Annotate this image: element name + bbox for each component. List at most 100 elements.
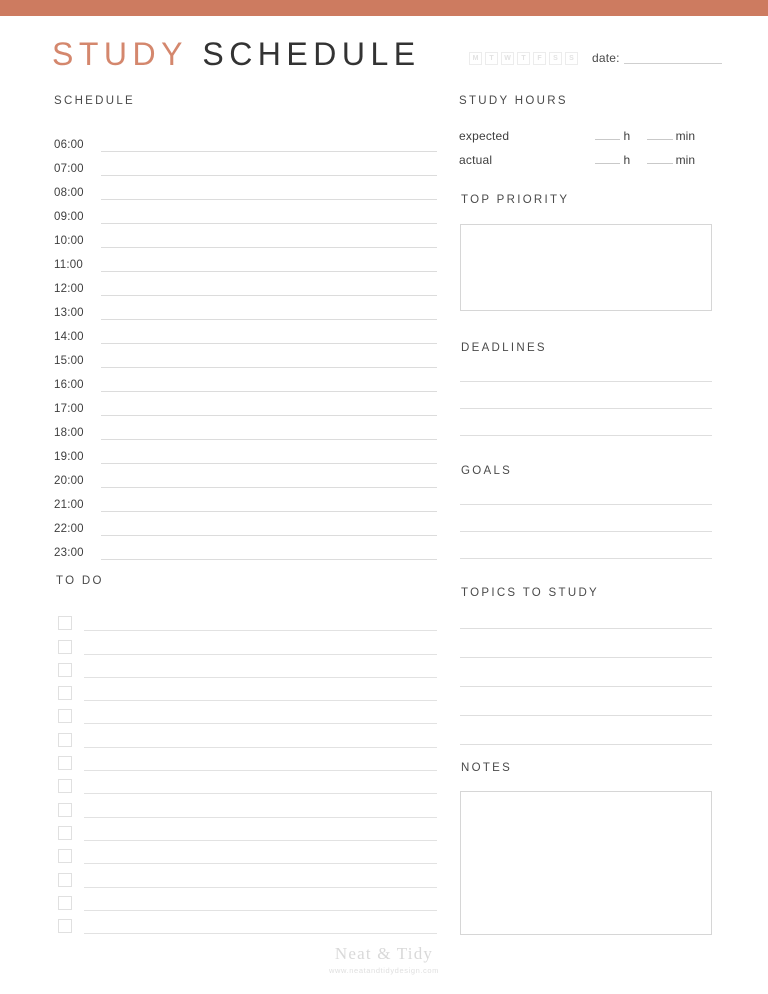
day-checkbox-sunday[interactable]: S [565, 51, 578, 65]
schedule-row: 12:00 [54, 272, 437, 296]
todo-entry-line[interactable] [84, 684, 437, 702]
schedule-list: 06:00 07:00 08:00 09:00 10:00 11:00 12:00 13:00… [54, 128, 437, 560]
day-checkbox-friday[interactable]: F [533, 51, 546, 65]
schedule-entry-line[interactable] [101, 446, 437, 464]
schedule-entry-line[interactable] [101, 206, 437, 224]
deadline-line[interactable] [460, 381, 712, 382]
todo-checkbox[interactable] [58, 895, 72, 910]
study-hours-actual-hours-input[interactable] [595, 153, 621, 164]
todo-row [58, 631, 437, 655]
topic-line[interactable] [460, 686, 712, 687]
todo-checkbox[interactable] [58, 779, 72, 794]
todo-checkbox[interactable] [58, 616, 72, 631]
todo-entry-line[interactable] [84, 731, 437, 748]
schedule-row: 18:00 [54, 416, 437, 440]
schedule-heading: SCHEDULE [54, 95, 136, 107]
todo-checkbox[interactable] [58, 686, 72, 701]
schedule-entry-line[interactable] [101, 134, 437, 152]
todo-checkbox[interactable] [58, 919, 72, 934]
todo-entry-line[interactable] [84, 638, 437, 655]
topic-line[interactable] [460, 744, 712, 745]
todo-row [58, 864, 437, 888]
todo-entry-line[interactable] [84, 824, 437, 841]
todo-entry-line[interactable] [84, 707, 437, 725]
todo-entry-line[interactable] [84, 917, 437, 935]
schedule-entry-line[interactable] [101, 230, 437, 248]
study-hours-actual-minutes-unit: min [675, 153, 695, 167]
page-title: STUDY SCHEDULE [52, 36, 421, 73]
schedule-entry-line[interactable] [101, 470, 437, 488]
schedule-entry-line[interactable] [101, 374, 437, 392]
todo-checkbox[interactable] [58, 732, 72, 747]
study-hours-expected-minutes-input[interactable] [647, 129, 673, 140]
todo-row [58, 748, 437, 772]
schedule-time-label: 19:00 [54, 451, 84, 463]
todo-row [58, 841, 437, 865]
notes-box[interactable] [460, 791, 712, 935]
study-hours-row-actual: actual h min [459, 153, 712, 167]
schedule-time-label: 13:00 [54, 307, 84, 319]
todo-entry-line[interactable] [84, 847, 437, 865]
goal-line[interactable] [460, 531, 712, 532]
page-title-study: STUDY [52, 36, 188, 72]
todo-entry-line[interactable] [84, 894, 437, 911]
todo-entry-line[interactable] [84, 754, 437, 772]
schedule-entry-line[interactable] [101, 278, 437, 296]
todo-checkbox[interactable] [58, 709, 72, 724]
todo-checkbox[interactable] [58, 872, 72, 887]
schedule-entry-line[interactable] [101, 302, 437, 320]
todo-checkbox[interactable] [58, 849, 72, 864]
schedule-entry-line[interactable] [101, 254, 437, 272]
schedule-time-label: 10:00 [54, 235, 84, 247]
schedule-row: 19:00 [54, 440, 437, 464]
goal-line[interactable] [460, 504, 712, 505]
day-checkbox-saturday[interactable]: S [549, 51, 562, 65]
topic-line[interactable] [460, 628, 712, 629]
schedule-time-label: 08:00 [54, 187, 84, 199]
footer-website: www.neatandtidydesign.com [328, 966, 440, 975]
schedule-row: 09:00 [54, 200, 437, 224]
todo-checkbox[interactable] [58, 802, 72, 817]
todo-checkbox[interactable] [58, 639, 72, 654]
todo-entry-line[interactable] [84, 661, 437, 678]
deadline-line[interactable] [460, 435, 712, 436]
schedule-entry-line[interactable] [101, 326, 437, 344]
schedule-entry-line[interactable] [101, 422, 437, 440]
schedule-entry-line[interactable] [101, 182, 437, 200]
study-hours-label-actual: actual [459, 153, 493, 167]
topic-line[interactable] [460, 657, 712, 658]
schedule-entry-line[interactable] [101, 398, 437, 416]
top-priority-box[interactable] [460, 224, 712, 311]
todo-entry-line[interactable] [84, 801, 437, 818]
deadline-line[interactable] [460, 408, 712, 409]
todo-checkbox[interactable] [58, 662, 72, 677]
schedule-entry-line[interactable] [101, 350, 437, 368]
study-hours-actual-minutes-input[interactable] [647, 153, 673, 164]
goal-line[interactable] [460, 558, 712, 559]
date-input-line[interactable] [623, 52, 722, 64]
day-checkbox-thursday[interactable]: T [517, 51, 530, 65]
schedule-entry-line[interactable] [101, 158, 437, 176]
todo-row [58, 678, 437, 702]
schedule-time-label: 14:00 [54, 331, 84, 343]
topic-line[interactable] [460, 715, 712, 716]
todo-entry-line[interactable] [84, 614, 437, 632]
schedule-entry-line[interactable] [101, 494, 437, 512]
schedule-entry-line[interactable] [101, 542, 437, 560]
schedule-time-label: 22:00 [54, 523, 84, 535]
footer-brand: Neat & Tidy [334, 944, 434, 963]
day-checkbox-wednesday[interactable]: W [501, 51, 514, 65]
notes-heading: NOTES [461, 762, 513, 774]
todo-entry-line[interactable] [84, 871, 437, 888]
schedule-row: 15:00 [54, 344, 437, 368]
study-hours-label-expected: expected [459, 129, 510, 143]
todo-entry-line[interactable] [84, 777, 437, 795]
schedule-row: 11:00 [54, 248, 437, 272]
day-checkbox-monday[interactable]: M [469, 51, 482, 65]
day-checkbox-tuesday[interactable]: T [485, 51, 498, 65]
todo-checkbox[interactable] [58, 825, 72, 840]
todo-row [58, 655, 437, 678]
todo-checkbox[interactable] [58, 756, 72, 771]
schedule-entry-line[interactable] [101, 518, 437, 536]
study-hours-expected-hours-input[interactable] [595, 129, 621, 140]
